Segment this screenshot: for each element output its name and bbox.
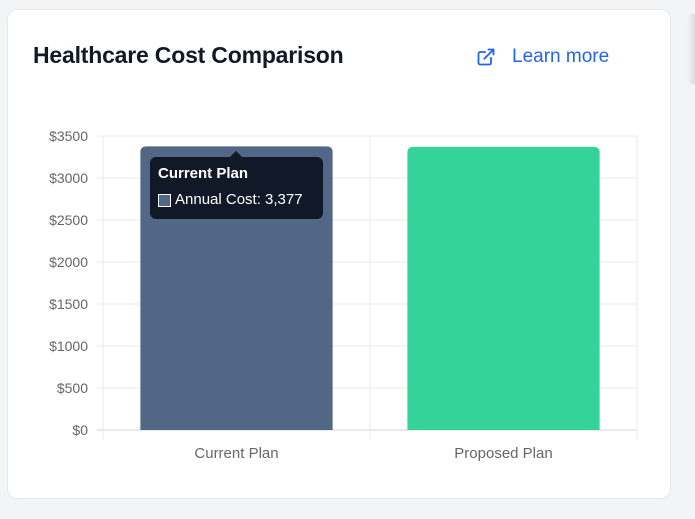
tooltip-label: Annual Cost: 3,377 bbox=[175, 191, 303, 208]
bar-proposed-plan bbox=[407, 146, 600, 431]
bar-chart: $0 $500 $1000 $1500 $2000 $2500 $3000 $3500 Curr… bbox=[49, 128, 638, 462]
y-tick-label: $500 bbox=[57, 380, 88, 396]
y-tick-label: $0 bbox=[72, 422, 88, 438]
y-tick-label: $2000 bbox=[49, 254, 88, 270]
y-tick-label: $1500 bbox=[49, 296, 88, 312]
y-tick-label: $3500 bbox=[49, 128, 88, 144]
tooltip-swatch bbox=[158, 193, 171, 207]
y-tick-label: $1000 bbox=[49, 338, 88, 354]
y-tick-label: $3000 bbox=[49, 170, 88, 186]
x-tick-label: Current Plan bbox=[194, 445, 278, 462]
tooltip-title: Current Plan bbox=[158, 165, 249, 182]
y-tick-label: $2500 bbox=[49, 212, 88, 228]
chart-tooltip: Current Plan Annual Cost: 3,377 bbox=[150, 151, 323, 219]
x-tick-label: Proposed Plan bbox=[454, 445, 552, 462]
